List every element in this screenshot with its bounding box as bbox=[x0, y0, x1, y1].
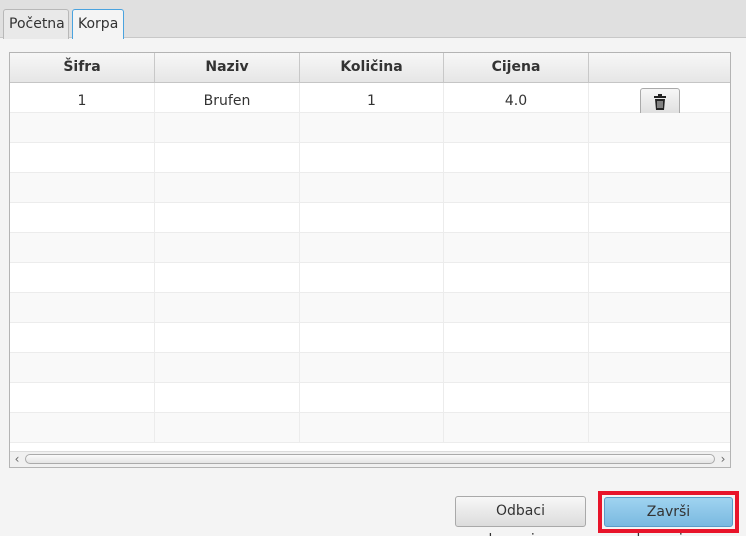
table-body: 1 Brufen 1 4.0 bbox=[10, 83, 730, 443]
table-cell-empty bbox=[10, 263, 155, 292]
table-cell-empty bbox=[589, 293, 730, 322]
table-cell-empty bbox=[444, 113, 589, 142]
table-header: Šifra Naziv Količina Cijena bbox=[10, 53, 730, 83]
tab-korpa[interactable]: Korpa bbox=[72, 9, 124, 40]
table-cell-empty bbox=[444, 203, 589, 232]
table-row-empty[interactable] bbox=[10, 323, 730, 353]
table-cell-empty bbox=[300, 143, 444, 172]
column-header-naziv[interactable]: Naziv bbox=[155, 53, 300, 82]
column-header-actions[interactable] bbox=[589, 53, 730, 82]
table-cell-empty bbox=[589, 413, 730, 442]
table-cell-empty bbox=[155, 323, 300, 352]
cell-actions bbox=[589, 83, 730, 116]
column-header-kolicina[interactable]: Količina bbox=[300, 53, 444, 82]
table-cell-empty bbox=[589, 233, 730, 262]
table-cell-empty bbox=[10, 203, 155, 232]
table-row-empty[interactable] bbox=[10, 233, 730, 263]
cart-table: Šifra Naziv Količina Cijena 1 Brufen 1 4… bbox=[9, 52, 731, 468]
table-cell-empty bbox=[300, 293, 444, 322]
table-row-empty[interactable] bbox=[10, 353, 730, 383]
table-cell-empty bbox=[10, 413, 155, 442]
table-cell-empty bbox=[589, 143, 730, 172]
table-cell-empty bbox=[589, 383, 730, 412]
cell-kolicina: 1 bbox=[300, 83, 444, 112]
table-cell-empty bbox=[10, 173, 155, 202]
table-cell-empty bbox=[589, 173, 730, 202]
table-cell-empty bbox=[155, 293, 300, 322]
table-cell-empty bbox=[10, 293, 155, 322]
table-cell-empty bbox=[155, 383, 300, 412]
table-cell-empty bbox=[589, 113, 730, 142]
table-cell-empty bbox=[300, 413, 444, 442]
table-cell-empty bbox=[155, 233, 300, 262]
delete-item-button[interactable] bbox=[640, 88, 680, 116]
column-header-sifra[interactable]: Šifra bbox=[10, 53, 155, 82]
scroll-right-arrow-icon[interactable]: › bbox=[716, 452, 730, 467]
table-cell-empty bbox=[444, 353, 589, 382]
table-cell-empty bbox=[10, 353, 155, 382]
table-cell-empty bbox=[155, 413, 300, 442]
table-cell-empty bbox=[155, 113, 300, 142]
table-row-empty[interactable] bbox=[10, 143, 730, 173]
table-cell-empty bbox=[444, 383, 589, 412]
table-cell-empty bbox=[155, 143, 300, 172]
table-cell-empty bbox=[444, 233, 589, 262]
table-cell-empty bbox=[589, 323, 730, 352]
table-cell-empty bbox=[10, 143, 155, 172]
table-cell-empty bbox=[444, 323, 589, 352]
table-row-empty[interactable] bbox=[10, 173, 730, 203]
app-window: Početna Korpa Šifra Naziv Količina Cijen… bbox=[0, 0, 746, 536]
table-cell-empty bbox=[300, 173, 444, 202]
table-cell-empty bbox=[10, 383, 155, 412]
table-cell-empty bbox=[300, 233, 444, 262]
table-cell-empty bbox=[444, 293, 589, 322]
tab-pocetna[interactable]: Početna bbox=[3, 9, 69, 39]
table-cell-empty bbox=[10, 233, 155, 262]
tab-bar: Početna Korpa bbox=[0, 0, 746, 40]
trash-icon bbox=[654, 94, 666, 110]
table-cell-empty bbox=[589, 263, 730, 292]
cell-sifra: 1 bbox=[10, 83, 155, 112]
table-cell-empty bbox=[10, 113, 155, 142]
scrollbar-thumb[interactable] bbox=[25, 454, 715, 464]
table-cell-empty bbox=[444, 143, 589, 172]
column-header-cijena[interactable]: Cijena bbox=[444, 53, 589, 82]
table-cell-empty bbox=[444, 413, 589, 442]
table-cell-empty bbox=[300, 353, 444, 382]
table-row-empty[interactable] bbox=[10, 263, 730, 293]
table-cell-empty bbox=[155, 263, 300, 292]
table-row[interactable]: 1 Brufen 1 4.0 bbox=[10, 83, 730, 116]
finish-purchase-button[interactable]: Završi kupovinu bbox=[604, 497, 733, 536]
table-cell-empty bbox=[300, 113, 444, 142]
table-cell-empty bbox=[10, 323, 155, 352]
horizontal-scrollbar[interactable]: ‹ › bbox=[10, 451, 730, 467]
table-row-empty[interactable] bbox=[10, 383, 730, 413]
table-row-empty[interactable] bbox=[10, 203, 730, 233]
discard-purchase-button[interactable]: Odbaci kupovinu bbox=[455, 496, 586, 536]
cell-cijena: 4.0 bbox=[444, 83, 589, 112]
table-cell-empty bbox=[155, 203, 300, 232]
table-cell-empty bbox=[444, 263, 589, 292]
table-cell-empty bbox=[155, 173, 300, 202]
table-cell-empty bbox=[300, 383, 444, 412]
table-row-empty[interactable] bbox=[10, 113, 730, 143]
table-cell-empty bbox=[589, 203, 730, 232]
table-cell-empty bbox=[444, 173, 589, 202]
table-cell-empty bbox=[589, 353, 730, 382]
table-row-empty[interactable] bbox=[10, 293, 730, 323]
table-cell-empty bbox=[300, 323, 444, 352]
table-cell-empty bbox=[300, 203, 444, 232]
table-row-empty[interactable] bbox=[10, 413, 730, 443]
cell-naziv: Brufen bbox=[155, 83, 300, 112]
table-cell-empty bbox=[300, 263, 444, 292]
table-cell-empty bbox=[155, 353, 300, 382]
scroll-left-arrow-icon[interactable]: ‹ bbox=[10, 452, 24, 467]
